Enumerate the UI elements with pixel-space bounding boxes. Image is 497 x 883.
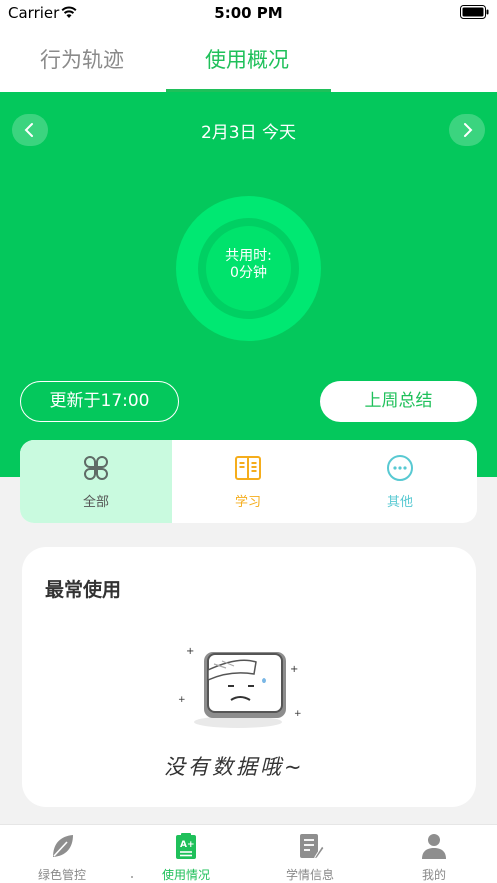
svg-text:+: + (290, 664, 298, 675)
empty-state-illustration: + + + + (178, 646, 302, 728)
nav-study-info[interactable]: 学情信息 (248, 825, 372, 883)
category-study[interactable]: 学习 (172, 440, 324, 523)
svg-text:+: + (186, 646, 194, 657)
leaf-icon (53, 835, 73, 857)
nav-usage-label: 使用情况 (161, 868, 210, 882)
most-used-title: 最常使用 (45, 579, 122, 601)
nav-mine[interactable]: 我的 (372, 825, 496, 883)
category-other-label: 其他 (386, 495, 413, 510)
clock: 5:00 PM (214, 4, 283, 22)
nav-green-control-label: 绿色管控 (37, 868, 86, 882)
category-other[interactable]: 其他 (324, 440, 476, 523)
top-tabs: 行为轨迹 使用概况 (0, 26, 497, 92)
total-usage-value: 0分钟 (230, 265, 267, 281)
decorative-dot (131, 876, 133, 878)
svg-text:A+: A+ (180, 840, 195, 850)
nav-usage[interactable]: A+ 使用情况 (124, 825, 248, 883)
grid-icon (84, 456, 108, 480)
category-selector: 全部 学习 其他 (20, 440, 477, 523)
total-usage-label: 共用时: (225, 248, 272, 264)
next-day-button[interactable] (449, 114, 485, 146)
usage-time-ring: 共用时: 0分钟 (176, 196, 321, 341)
nav-study-info-label: 学情信息 (285, 868, 334, 882)
usage-header: 2月3日 今天 共用时: 0分钟 更新于17:00 上周总结 (0, 92, 497, 477)
svg-text:+: + (178, 695, 186, 705)
battery-icon (460, 5, 489, 19)
status-bar: Carrier 5:00 PM (0, 0, 497, 26)
last-week-summary-button[interactable]: 上周总结 (320, 381, 477, 422)
nav-green-control[interactable]: 绿色管控 (0, 825, 124, 883)
document-edit-icon (300, 834, 325, 860)
chevron-right-icon (464, 123, 473, 137)
bottom-nav: 绿色管控 A+ 使用情况 学情信息 我的 (0, 824, 497, 883)
total-usage-text: 共用时: 0分钟 (176, 248, 321, 282)
category-all-label: 全部 (82, 495, 109, 510)
empty-state-text: 没有数据哦~ (164, 755, 305, 779)
most-used-card: 最常使用 + + + + 没有数据哦~ (22, 547, 476, 807)
clipboard-icon: A+ (176, 833, 196, 859)
more-icon (387, 455, 413, 481)
person-icon (422, 834, 446, 859)
tab-behavior-track[interactable]: 行为轨迹 (40, 44, 124, 74)
book-icon (235, 456, 261, 480)
current-date: 2月3日 今天 (200, 123, 297, 143)
nav-mine-label: 我的 (421, 868, 446, 882)
tab-usage-overview[interactable]: 使用概况 (205, 44, 289, 74)
updated-time-button[interactable]: 更新于17:00 (20, 381, 179, 422)
category-all[interactable]: 全部 (20, 440, 172, 523)
svg-text:+: + (294, 709, 302, 719)
category-study-label: 学习 (234, 495, 261, 510)
